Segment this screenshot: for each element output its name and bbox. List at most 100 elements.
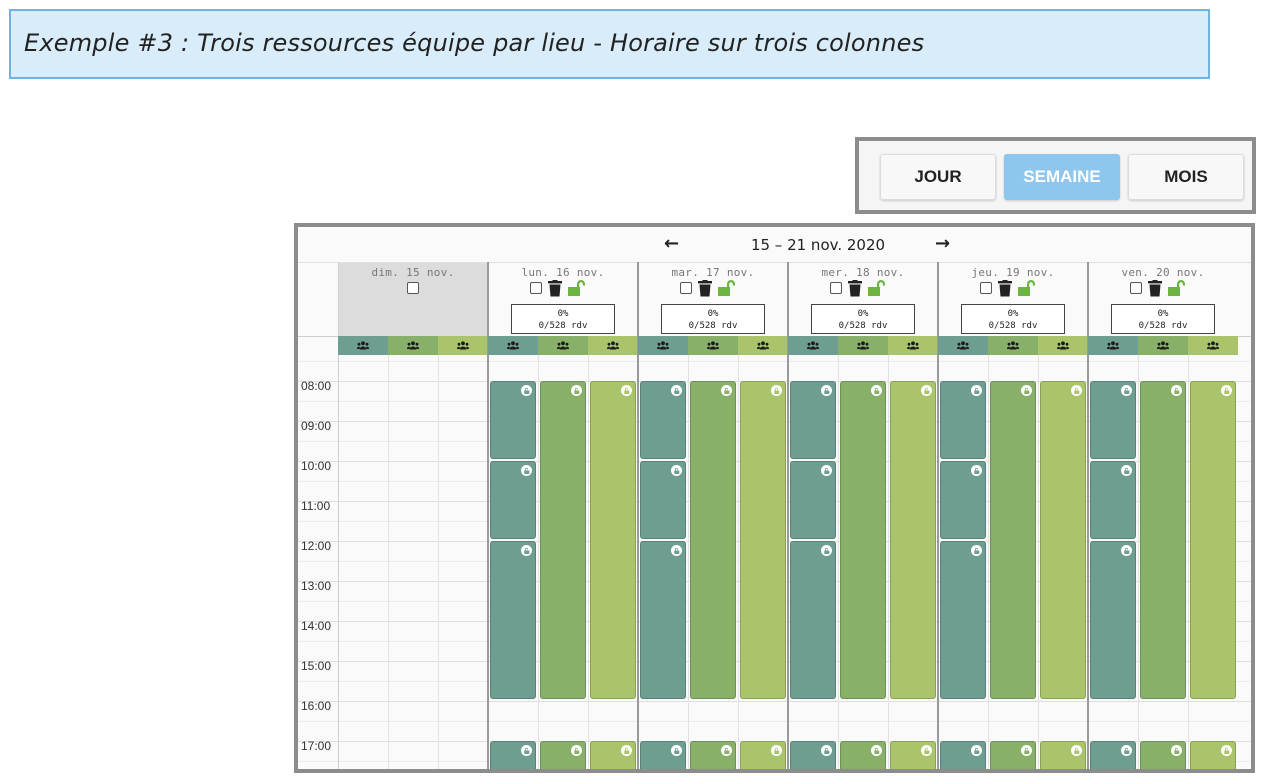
- trash-icon[interactable]: [548, 280, 562, 297]
- unlock-icon[interactable]: [921, 745, 932, 756]
- time-slot[interactable]: [1090, 541, 1136, 699]
- time-slot[interactable]: [1090, 461, 1136, 539]
- time-slot[interactable]: [740, 381, 786, 699]
- time-slot[interactable]: [1090, 741, 1136, 769]
- select-day-checkbox[interactable]: [1130, 282, 1142, 294]
- trash-icon[interactable]: [698, 280, 712, 297]
- select-day-checkbox[interactable]: [680, 282, 692, 294]
- unlock-icon[interactable]: [1171, 745, 1182, 756]
- time-slot[interactable]: [640, 381, 686, 459]
- unlock-icon[interactable]: [671, 385, 682, 396]
- time-slot[interactable]: [490, 461, 536, 539]
- week-view-button[interactable]: SEMAINE: [1004, 154, 1120, 200]
- unlocked-padlock-icon[interactable]: [1168, 279, 1186, 296]
- arrow-right-icon[interactable]: →: [935, 233, 950, 254]
- unlock-icon[interactable]: [671, 745, 682, 756]
- unlock-icon[interactable]: [871, 385, 882, 396]
- time-slot[interactable]: [740, 741, 786, 769]
- time-slot[interactable]: [540, 381, 586, 699]
- unlock-icon[interactable]: [521, 385, 532, 396]
- select-day-checkbox[interactable]: [530, 282, 542, 294]
- time-slot[interactable]: [940, 541, 986, 699]
- unlock-icon[interactable]: [671, 465, 682, 476]
- unlock-icon[interactable]: [621, 745, 632, 756]
- time-slot[interactable]: [690, 741, 736, 769]
- unlock-icon[interactable]: [921, 385, 932, 396]
- time-slot[interactable]: [590, 381, 636, 699]
- time-slot[interactable]: [490, 741, 536, 769]
- time-slot[interactable]: [790, 381, 836, 459]
- unlocked-padlock-icon[interactable]: [1018, 279, 1036, 296]
- unlock-icon[interactable]: [1121, 465, 1132, 476]
- unlock-icon[interactable]: [521, 465, 532, 476]
- time-slot[interactable]: [1190, 741, 1236, 769]
- unlock-icon[interactable]: [721, 745, 732, 756]
- time-slot[interactable]: [690, 381, 736, 699]
- unlock-icon[interactable]: [521, 545, 532, 556]
- select-day-checkbox[interactable]: [830, 282, 842, 294]
- time-slot[interactable]: [640, 741, 686, 769]
- unlock-icon[interactable]: [1121, 545, 1132, 556]
- unlock-icon[interactable]: [971, 385, 982, 396]
- unlock-icon[interactable]: [1021, 385, 1032, 396]
- time-slot[interactable]: [590, 741, 636, 769]
- unlock-icon[interactable]: [821, 385, 832, 396]
- unlocked-padlock-icon[interactable]: [568, 279, 586, 296]
- arrow-left-icon[interactable]: ←: [664, 233, 679, 254]
- unlock-icon[interactable]: [821, 545, 832, 556]
- unlock-icon[interactable]: [621, 385, 632, 396]
- unlock-icon[interactable]: [1071, 385, 1082, 396]
- time-slot[interactable]: [490, 381, 536, 459]
- time-slot[interactable]: [1190, 381, 1236, 699]
- unlock-icon[interactable]: [1021, 745, 1032, 756]
- time-slot[interactable]: [790, 461, 836, 539]
- select-day-checkbox[interactable]: [980, 282, 992, 294]
- time-slot[interactable]: [940, 461, 986, 539]
- time-slot[interactable]: [940, 381, 986, 459]
- unlock-icon[interactable]: [1221, 745, 1232, 756]
- unlock-icon[interactable]: [771, 385, 782, 396]
- unlock-icon[interactable]: [1121, 745, 1132, 756]
- trash-icon[interactable]: [848, 280, 862, 297]
- unlock-icon[interactable]: [571, 385, 582, 396]
- trash-icon[interactable]: [1148, 280, 1162, 297]
- unlock-icon[interactable]: [871, 745, 882, 756]
- unlock-icon[interactable]: [771, 745, 782, 756]
- time-slot[interactable]: [940, 741, 986, 769]
- month-view-button[interactable]: MOIS: [1128, 154, 1244, 200]
- time-slot[interactable]: [640, 541, 686, 699]
- time-slot[interactable]: [490, 541, 536, 699]
- time-slot[interactable]: [1140, 741, 1186, 769]
- unlock-icon[interactable]: [721, 385, 732, 396]
- unlock-icon[interactable]: [671, 545, 682, 556]
- time-slot[interactable]: [790, 541, 836, 699]
- time-slot[interactable]: [790, 741, 836, 769]
- day-view-button[interactable]: JOUR: [880, 154, 996, 200]
- unlock-icon[interactable]: [521, 745, 532, 756]
- time-slot[interactable]: [890, 741, 936, 769]
- select-day-checkbox[interactable]: [407, 282, 419, 294]
- time-slot[interactable]: [840, 741, 886, 769]
- time-slot[interactable]: [1040, 741, 1086, 769]
- unlocked-padlock-icon[interactable]: [718, 279, 736, 296]
- unlock-icon[interactable]: [1071, 745, 1082, 756]
- unlock-icon[interactable]: [571, 745, 582, 756]
- time-slot[interactable]: [640, 461, 686, 539]
- time-slot[interactable]: [1090, 381, 1136, 459]
- unlock-icon[interactable]: [821, 465, 832, 476]
- unlock-icon[interactable]: [1221, 385, 1232, 396]
- unlock-icon[interactable]: [971, 465, 982, 476]
- time-slot[interactable]: [990, 381, 1036, 699]
- unlock-icon[interactable]: [1171, 385, 1182, 396]
- time-slot[interactable]: [890, 381, 936, 699]
- trash-icon[interactable]: [998, 280, 1012, 297]
- unlock-icon[interactable]: [1121, 385, 1132, 396]
- time-slot[interactable]: [1140, 381, 1186, 699]
- time-slot[interactable]: [990, 741, 1036, 769]
- unlock-icon[interactable]: [971, 745, 982, 756]
- unlock-icon[interactable]: [821, 745, 832, 756]
- time-slot[interactable]: [540, 741, 586, 769]
- unlocked-padlock-icon[interactable]: [868, 279, 886, 296]
- time-slot[interactable]: [1040, 381, 1086, 699]
- time-slot[interactable]: [840, 381, 886, 699]
